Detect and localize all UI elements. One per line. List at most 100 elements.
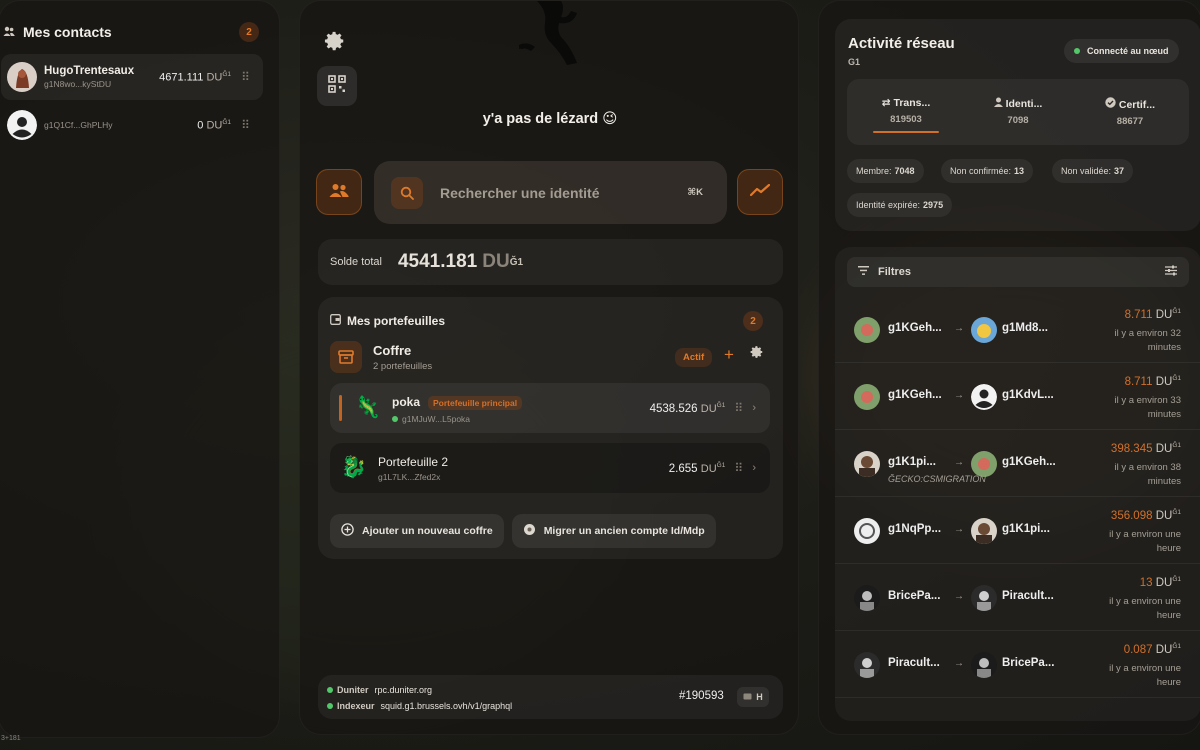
- indexer-endpoint: Indexeur squid.g1.brussels.ovh/v1/graphql: [327, 701, 512, 711]
- tx-time: il y a environ 33 minutes: [1114, 395, 1181, 420]
- transaction-row[interactable]: g1NqPp... → g1K1pi... 356.098 DUĞ1 il y …: [835, 498, 1200, 564]
- duniter-endpoint: Duniter rpc.duniter.org: [327, 685, 432, 695]
- avatar: [854, 317, 880, 343]
- transaction-row[interactable]: g1KGeh... → g1Md8... 8.711 DUĞ1 il y a e…: [835, 297, 1200, 363]
- wallets-header: Mes portefeuilles: [330, 314, 445, 328]
- balance-label: Solde total: [330, 256, 382, 268]
- corner-text: 3+181: [1, 735, 21, 742]
- avatar: [971, 585, 997, 611]
- contacts-title: Mes contacts: [23, 24, 112, 40]
- settings-gear-icon[interactable]: [315, 21, 355, 61]
- contact-address: g1Q1Cf...GhPLHy: [44, 120, 113, 130]
- avatar: [7, 110, 37, 140]
- tx-sender: g1KGeh...: [888, 322, 942, 334]
- chevron-right-icon[interactable]: ›: [752, 462, 756, 474]
- tx-amount: 356.098 DUĞ1: [1110, 509, 1181, 522]
- tx-amount: 398.345 DUĞ1: [1110, 442, 1181, 455]
- tx-time: il y a environ 32 minutes: [1114, 328, 1181, 353]
- people-icon: [3, 25, 17, 39]
- transaction-row[interactable]: g1KGeh... → g1KdvL... 8.711 DUĞ1 il y a …: [835, 364, 1200, 430]
- main-panel: y'a pas de lézard 😉 Rechercher une ident…: [299, 0, 799, 735]
- drag-handle-icon[interactable]: ⠿: [730, 461, 746, 475]
- main-wallet-tag: Portefeuille principal: [428, 395, 523, 410]
- chevron-right-icon[interactable]: ›: [752, 402, 756, 414]
- network-activity-panel: Activité réseau G1 Connecté au nœud ⇄ Tr…: [818, 0, 1200, 735]
- vault-status-badge: Actif: [675, 348, 713, 367]
- contact-name: HugoTrentesaux: [44, 65, 135, 77]
- search-input[interactable]: Rechercher une identité ⌘K: [374, 161, 727, 224]
- avatar: [854, 451, 880, 477]
- total-balance: Solde total 4541.181 DU Ğ1: [318, 239, 783, 285]
- wallet-name: Portefeuille 2: [378, 454, 449, 469]
- wallet-avatar-lizard-icon: 🦎: [354, 396, 382, 419]
- contact-item[interactable]: HugoTrentesaux g1N8wo...kyStDU 4671.111 …: [1, 54, 263, 100]
- avatar: [854, 518, 880, 544]
- contact-amount: 4671.111 DUĞ1: [159, 70, 231, 84]
- active-tab-indicator: [873, 131, 939, 133]
- avatar: [854, 652, 880, 678]
- people-icon: [329, 183, 349, 202]
- tx-time: il y a environ 38 minutes: [1114, 462, 1181, 487]
- trend-chart-icon: [749, 183, 771, 201]
- wallet-item-poka[interactable]: 🦎 poka Portefeuille principal g1MJuW...L5…: [330, 383, 770, 433]
- plus-circle-icon: [341, 523, 354, 539]
- contacts-header: Mes contacts 2: [0, 1, 279, 42]
- tx-recipient: g1KGeh...: [1002, 456, 1056, 468]
- wallet-icon: [330, 314, 341, 328]
- keyboard-icon: [743, 692, 752, 702]
- gecko-logo-icon: [517, 1, 583, 72]
- migrate-account-button[interactable]: Migrer un ancien compte Id/Mdp: [511, 514, 716, 548]
- contact-address: g1N8wo...kyStDU: [44, 79, 112, 89]
- search-placeholder: Rechercher une identité: [440, 184, 600, 201]
- chip-unconfirmed: Non confirmée: 13: [941, 159, 1034, 183]
- contacts-panel: Mes contacts 2 HugoTrentesaux g1N8wo...k…: [0, 0, 280, 742]
- tx-amount: 0.087 DUĞ1: [1123, 643, 1181, 656]
- contacts-count-badge: 2: [239, 22, 259, 42]
- qr-code-button[interactable]: [317, 66, 357, 106]
- history-shortcut-button[interactable]: H: [737, 687, 769, 707]
- chip-expired: Identité expirée: 2975: [847, 193, 953, 217]
- wallet-address: g1L7LK...Zfed2x: [378, 471, 441, 482]
- avatar: [854, 384, 880, 410]
- tab-identities[interactable]: Identi... 7098: [968, 97, 1068, 126]
- avatar: [971, 652, 997, 678]
- balance-value: 4541.181: [397, 251, 478, 272]
- transaction-row[interactable]: Piracult... → BricePa... 0.087 DUĞ1 il y…: [835, 632, 1200, 698]
- contact-item[interactable]: g1Q1Cf...GhPLHy 0 DUĞ1 ⠿: [1, 102, 263, 148]
- vault-name: Coffre: [373, 343, 412, 358]
- tx-recipient: g1K1pi...: [1002, 523, 1050, 535]
- avatar: [7, 62, 37, 92]
- block-number: #190593: [679, 690, 724, 702]
- tx-sender: BricePa...: [888, 590, 941, 602]
- add-vault-button[interactable]: Ajouter un nouveau coffre: [330, 514, 504, 548]
- archive-icon: [330, 341, 362, 373]
- wallet-amount: 2.655 DUĞ1: [668, 461, 726, 475]
- tx-recipient: Piracult...: [1002, 590, 1054, 602]
- wallets-count-badge: 2: [743, 311, 763, 331]
- tx-time: il y a environ une heure: [1109, 596, 1181, 621]
- vault-settings-gear-icon[interactable]: [750, 345, 764, 363]
- contacts-button[interactable]: [316, 169, 362, 215]
- chip-members: Membre: 7048: [847, 159, 924, 183]
- balance-unit: DU: [482, 251, 510, 272]
- vault-row[interactable]: Coffre 2 portefeuilles Actif +: [330, 341, 770, 375]
- filters-bar[interactable]: Filtres: [847, 257, 1189, 287]
- wallet-name: poka: [392, 394, 421, 409]
- drag-handle-icon[interactable]: ⠿: [730, 401, 746, 415]
- transaction-row[interactable]: g1K1pi... → g1KGeh... ĞECKO:CSMIGRATION …: [835, 431, 1200, 497]
- transaction-row[interactable]: BricePa... → Piracult... 13 DUĞ1 il y a …: [835, 565, 1200, 631]
- wallet-item-2[interactable]: 🐉 Portefeuille 2 g1L7LK...Zfed2x 2.655 D…: [330, 443, 770, 493]
- tab-certifications[interactable]: Certif... 88677: [1080, 97, 1180, 127]
- tab-transactions[interactable]: ⇄ Trans... 819503: [856, 97, 956, 125]
- drag-handle-icon[interactable]: ⠿: [237, 118, 253, 132]
- node-footer: Duniter rpc.duniter.org Indexeur squid.g1.…: [318, 675, 783, 719]
- drag-handle-icon[interactable]: ⠿: [237, 70, 253, 84]
- stats-tabs: ⇄ Trans... 819503 Identi... 7098 Certif.…: [847, 79, 1189, 145]
- slogan-text: y'a pas de lézard 😉: [482, 111, 618, 127]
- sliders-icon[interactable]: [1165, 265, 1177, 279]
- online-dot-icon: [1074, 48, 1080, 54]
- add-wallet-plus-icon[interactable]: +: [724, 345, 734, 365]
- tx-recipient: BricePa...: [1002, 657, 1055, 669]
- tx-sender: g1K1pi...: [888, 456, 936, 468]
- activity-chart-button[interactable]: [737, 169, 783, 215]
